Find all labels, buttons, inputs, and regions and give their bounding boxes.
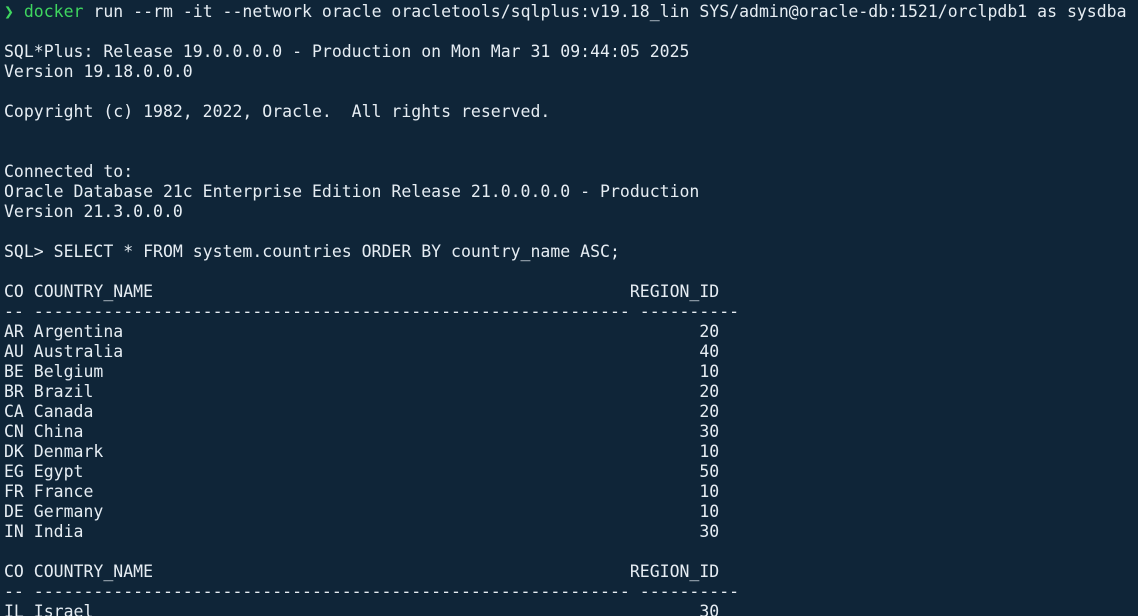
result-row: BR Brazil 20 [4, 382, 720, 401]
result-row: EG Egypt 50 [4, 462, 720, 481]
shell-command-line: ❯ docker run --rm -it --network oracle o… [4, 2, 1138, 22]
result-separator-line: -- -------------------------------------… [4, 582, 740, 601]
copyright-line: Copyright (c) 1982, 2022, Oracle. All ri… [4, 102, 551, 121]
sql-query-line: SQL> SELECT * FROM system.countries ORDE… [4, 242, 620, 261]
result-row: CA Canada 20 [4, 402, 720, 421]
database-version-line: Version 21.3.0.0.0 [4, 202, 183, 221]
result-header-line: CO COUNTRY_NAME REGION_ID [4, 562, 720, 581]
result-separator-line: -- -------------------------------------… [4, 302, 740, 321]
result-row: DK Denmark 10 [4, 442, 720, 461]
prompt-chevron-icon: ❯ [4, 2, 14, 21]
result-row: IL Israel 30 [4, 602, 720, 616]
connected-to-line: Connected to: [4, 162, 134, 181]
command-program: docker [23, 2, 84, 21]
database-edition-line: Oracle Database 21c Enterprise Edition R… [4, 182, 700, 201]
sqlplus-version-line: Version 19.18.0.0.0 [4, 62, 193, 81]
terminal-window[interactable]: ❯ docker run --rm -it --network oracle o… [0, 0, 1138, 616]
command-arguments: run --rm -it --network oracle oracletool… [93, 2, 1127, 21]
result-row: IN India 30 [4, 522, 720, 541]
result-row: AU Australia 40 [4, 342, 720, 361]
result-row: CN China 30 [4, 422, 720, 441]
result-row: DE Germany 10 [4, 502, 720, 521]
result-row: AR Argentina 20 [4, 322, 720, 341]
result-row: FR France 10 [4, 482, 720, 501]
result-row: BE Belgium 10 [4, 362, 720, 381]
result-header-line: CO COUNTRY_NAME REGION_ID [4, 282, 720, 301]
sqlplus-release-line: SQL*Plus: Release 19.0.0.0.0 - Productio… [4, 42, 690, 61]
